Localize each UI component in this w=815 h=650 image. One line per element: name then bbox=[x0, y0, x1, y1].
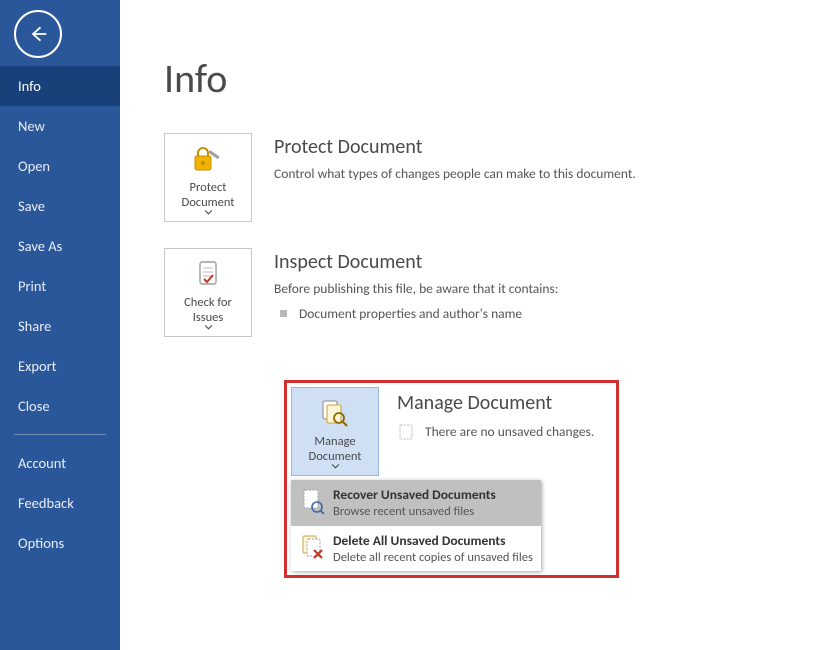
manage-document-title: Manage Document bbox=[397, 391, 616, 415]
protect-document-title: Protect Document bbox=[274, 135, 815, 159]
document-check-icon bbox=[193, 257, 223, 291]
check-for-issues-button-label: Check for Issues bbox=[169, 295, 247, 325]
content-area: Info Protect Document Protect Document C… bbox=[120, 0, 815, 650]
chevron-down-icon bbox=[205, 210, 212, 215]
sidebar-item-account[interactable]: Account bbox=[0, 443, 120, 483]
protect-document-button-label: Protect Document bbox=[169, 180, 247, 210]
chevron-down-icon bbox=[205, 325, 212, 330]
manage-status-text: There are no unsaved changes. bbox=[425, 423, 594, 440]
document-recover-icon bbox=[299, 486, 327, 514]
highlight-box: Manage Document Manage Document There ar… bbox=[284, 380, 619, 578]
sidebar-separator bbox=[14, 434, 106, 435]
document-search-icon bbox=[319, 396, 351, 430]
sidebar-item-close[interactable]: Close bbox=[0, 386, 120, 426]
protect-document-desc: Control what types of changes people can… bbox=[274, 165, 815, 182]
sidebar-item-info[interactable]: Info bbox=[0, 66, 120, 106]
backstage-sidebar: Info New Open Save Save As Print Share E… bbox=[0, 0, 120, 650]
page-title: Info bbox=[164, 54, 815, 103]
manage-document-button-label: Manage Document bbox=[296, 434, 374, 464]
sidebar-item-open[interactable]: Open bbox=[0, 146, 120, 186]
lock-key-icon bbox=[192, 142, 224, 176]
section-protect: Protect Document Protect Document Contro… bbox=[164, 133, 815, 222]
sidebar-item-export[interactable]: Export bbox=[0, 346, 120, 386]
sidebar-item-share[interactable]: Share bbox=[0, 306, 120, 346]
menu-item-recover-sub: Browse recent unsaved files bbox=[333, 504, 533, 520]
sidebar-item-save[interactable]: Save bbox=[0, 186, 120, 226]
bullet-square-icon bbox=[280, 310, 287, 317]
inspect-document-desc: Before publishing this file, be aware th… bbox=[274, 280, 815, 297]
menu-item-delete-sub: Delete all recent copies of unsaved file… bbox=[333, 550, 533, 566]
manage-status-row: There are no unsaved changes. bbox=[397, 423, 616, 440]
manage-document-button[interactable]: Manage Document bbox=[291, 387, 379, 476]
menu-item-delete-unsaved[interactable]: Delete All Unsaved Documents Delete all … bbox=[291, 526, 541, 572]
menu-item-recover-title: Recover Unsaved Documents bbox=[333, 486, 533, 503]
section-manage: Manage Document Manage Document There ar… bbox=[287, 383, 616, 476]
inspect-bullet-row: Document properties and author's name bbox=[274, 305, 815, 322]
arrow-left-icon bbox=[28, 24, 48, 44]
section-inspect: Check for Issues Inspect Document Before… bbox=[164, 248, 815, 337]
protect-document-button[interactable]: Protect Document bbox=[164, 133, 252, 222]
check-for-issues-button[interactable]: Check for Issues bbox=[164, 248, 252, 337]
sidebar-item-print[interactable]: Print bbox=[0, 266, 120, 306]
document-delete-icon bbox=[299, 532, 327, 560]
document-icon bbox=[399, 424, 413, 440]
sidebar-item-options[interactable]: Options bbox=[0, 523, 120, 563]
back-button[interactable] bbox=[14, 10, 62, 58]
inspect-document-title: Inspect Document bbox=[274, 250, 815, 274]
menu-item-recover-unsaved[interactable]: Recover Unsaved Documents Browse recent … bbox=[291, 480, 541, 526]
sidebar-item-save-as[interactable]: Save As bbox=[0, 226, 120, 266]
chevron-down-icon bbox=[332, 464, 339, 469]
sidebar-item-feedback[interactable]: Feedback bbox=[0, 483, 120, 523]
sidebar-item-new[interactable]: New bbox=[0, 106, 120, 146]
menu-item-delete-title: Delete All Unsaved Documents bbox=[333, 532, 533, 549]
inspect-bullet-text: Document properties and author's name bbox=[299, 305, 522, 322]
manage-document-menu: Recover Unsaved Documents Browse recent … bbox=[291, 480, 541, 571]
